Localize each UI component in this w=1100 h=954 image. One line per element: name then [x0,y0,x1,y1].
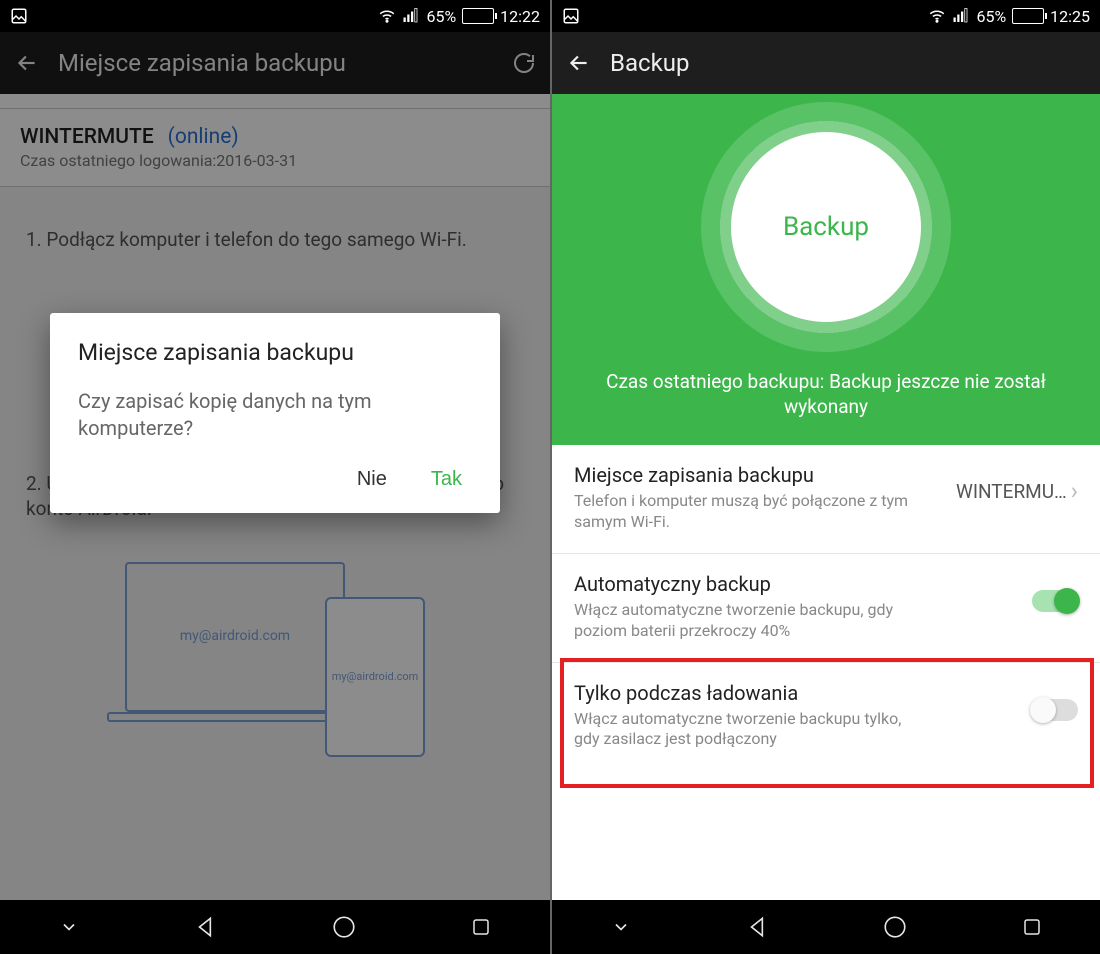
confirm-dialog: Miejsce zapisania backupu Czy zapisać ko… [50,313,500,513]
dialog-title: Miejsce zapisania backupu [78,339,472,366]
settings-list: Miejsce zapisania backupu Telefon i komp… [552,445,1100,770]
nav-home-icon[interactable] [330,913,358,941]
dialog-no-button[interactable]: Nie [357,468,387,491]
nav-home-icon[interactable] [881,913,909,941]
status-bar: 65% 12:25 [552,0,1100,32]
nav-back-icon[interactable] [192,913,220,941]
toggle-auto-backup[interactable] [1032,590,1078,612]
status-bar: 65% 12:22 [0,0,550,32]
nav-menu-icon[interactable] [607,913,635,941]
signal-icon [402,7,420,25]
setting-title: Tylko podczas ładowania [574,681,1020,705]
image-icon [10,7,28,25]
setting-value: WINTERMU… [956,480,1067,503]
chevron-right-icon: › [1071,477,1078,505]
nav-recent-icon[interactable] [1018,913,1046,941]
setting-title: Automatyczny backup [574,572,1020,596]
clock: 12:22 [500,7,540,26]
nav-back-icon[interactable] [744,913,772,941]
nav-bar [552,900,1100,954]
signal-icon [952,7,970,25]
nav-bar [0,900,550,954]
nav-recent-icon[interactable] [467,913,495,941]
battery-icon [462,8,494,24]
battery-percent: 65% [976,7,1006,26]
app-bar: Backup [552,32,1100,94]
back-icon[interactable] [566,50,592,76]
clock: 12:25 [1050,7,1090,26]
image-icon [562,7,580,25]
phone-left: 65% 12:22 Miejsce zapisania backupu WINT… [0,0,550,954]
setting-subtitle: Włącz automatyczne tworzenie backupu, gd… [574,600,914,642]
setting-title: Miejsce zapisania backupu [574,463,944,487]
phone-right: 65% 12:25 Backup Backup Czas ostatniego … [550,0,1100,954]
backup-button[interactable]: Backup [731,132,921,322]
dialog-body: Czy zapisać kopię danych na tym komputer… [78,388,472,442]
battery-percent: 65% [426,7,456,26]
setting-subtitle: Włącz automatyczne tworzenie backupu tyl… [574,709,914,751]
battery-icon [1012,8,1044,24]
backup-hero: Backup Czas ostatniego backupu: Backup j… [552,94,1100,445]
backup-button-label: Backup [783,212,869,242]
setting-subtitle: Telefon i komputer muszą być połączone z… [574,491,914,533]
toggle-only-charging[interactable] [1032,699,1078,721]
wifi-icon [928,7,946,25]
page-title: Backup [610,49,689,77]
backup-status-text: Czas ostatniego backupu: Backup jeszcze … [552,352,1100,419]
nav-menu-icon[interactable] [55,913,83,941]
wifi-icon [378,7,396,25]
setting-auto-backup[interactable]: Automatyczny backup Włącz automatyczne t… [552,554,1100,663]
setting-backup-location[interactable]: Miejsce zapisania backupu Telefon i komp… [552,445,1100,554]
setting-only-charging[interactable]: Tylko podczas ładowania Włącz automatycz… [552,663,1100,771]
dialog-yes-button[interactable]: Tak [431,468,462,491]
